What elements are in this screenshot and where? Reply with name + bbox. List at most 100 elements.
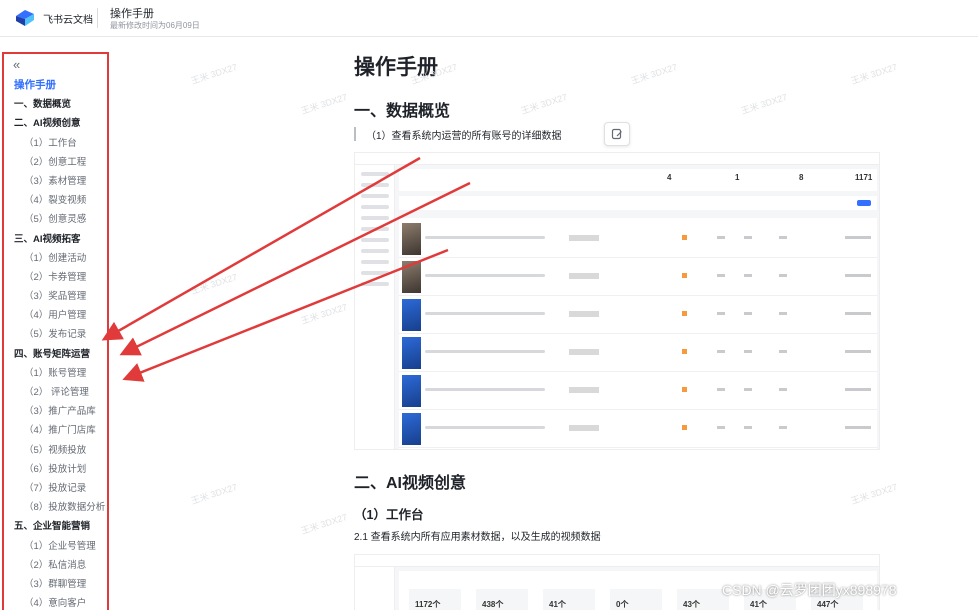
toc-item[interactable]: （4）推广门店库 — [4, 421, 107, 440]
video-thumbnail — [402, 299, 421, 331]
platform-icon — [682, 349, 687, 354]
watermark-text: 王米 3DX27 — [849, 61, 899, 87]
kpi-card: 0个 — [610, 589, 662, 610]
toc-item[interactable]: （4）意向客户 — [4, 594, 107, 610]
watermark-text: 王米 3DX27 — [189, 481, 239, 507]
table-row — [399, 334, 877, 372]
toc-item[interactable]: （2）卡券管理 — [4, 268, 107, 287]
video-thumbnail — [402, 223, 421, 255]
csdn-watermark: CSDN @云罗团团yx898978 — [722, 582, 897, 598]
mock-stat: 1171 — [855, 173, 873, 182]
toc-item[interactable]: （2）私信消息 — [4, 556, 107, 575]
watermark-text: 王米 3DX27 — [299, 301, 349, 327]
kpi-value: 447个 — [817, 600, 839, 609]
row-num — [779, 388, 787, 391]
kpi-value: 0个 — [616, 600, 629, 609]
toc-item[interactable]: （5）创意灵感 — [4, 210, 107, 229]
toc-item[interactable]: 一、数据概览 — [4, 95, 107, 114]
toc-item[interactable]: 四、账号矩阵运营 — [4, 345, 107, 364]
heading-workbench: （1）工作台 — [354, 508, 424, 522]
kpi-card: 1172个 — [409, 589, 461, 610]
row-num — [779, 350, 787, 353]
toc-item[interactable]: 二、AI视频创意 — [4, 114, 107, 133]
row-num — [744, 388, 752, 391]
document-body: 操作手册 一、数据概览 （1）查看系统内运营的所有账号的详细数据 4 1 8 1… — [110, 37, 978, 610]
kpi-value: 41个 — [750, 600, 767, 609]
toc-item[interactable]: （2）创意工程 — [4, 153, 107, 172]
toc-item[interactable]: （7）投放记录 — [4, 479, 107, 498]
row-num — [717, 236, 725, 239]
video-thumbnail — [402, 413, 421, 445]
watermark-text: 王米 3DX27 — [739, 91, 789, 117]
toc-item[interactable]: （1）账号管理 — [4, 364, 107, 383]
platform-icon — [682, 425, 687, 430]
kpi-value: 41个 — [549, 600, 566, 609]
platform-icon — [682, 235, 687, 240]
row-blur — [569, 235, 599, 241]
toc-list: 操作手册 一、数据概览 二、AI视频创意 （1）工作台 （2）创意工程 （3）素材管理 （4… — [4, 76, 107, 610]
mock-search-button — [857, 200, 871, 206]
block-action-button[interactable] — [604, 122, 630, 146]
toc-item[interactable]: （1）企业号管理 — [4, 537, 107, 556]
toc-item[interactable]: （4）用户管理 — [4, 306, 107, 325]
row-text — [425, 312, 545, 315]
watermark-text: 王米 3DX27 — [519, 91, 569, 117]
table-row — [399, 258, 877, 296]
row-date — [845, 426, 871, 429]
row-num — [779, 236, 787, 239]
mock-sidebar — [355, 567, 395, 610]
table-row — [399, 372, 877, 410]
collapse-sidebar-icon[interactable]: « — [13, 57, 20, 72]
row-text — [425, 274, 545, 277]
row-num — [744, 274, 752, 277]
embedded-screenshot-data-overview[interactable]: 4 1 8 1171 — [354, 152, 880, 450]
row-num — [717, 274, 725, 277]
row-blur — [569, 273, 599, 279]
toc-item[interactable]: 操作手册 — [4, 76, 107, 95]
watermark-text: 王米 3DX27 — [629, 61, 679, 87]
section1-description: （1）查看系统内运营的所有账号的详细数据 — [366, 131, 562, 142]
platform-icon — [682, 273, 687, 278]
row-date — [845, 388, 871, 391]
document-title[interactable]: 操作手册 — [110, 5, 154, 21]
toc-item[interactable]: 五、企业智能营销 — [4, 517, 107, 536]
toc-item[interactable]: （5）发布记录 — [4, 325, 107, 344]
table-row — [399, 220, 877, 258]
brand-name[interactable]: 飞书云文档 — [43, 11, 93, 26]
row-num — [779, 274, 787, 277]
video-thumbnail — [402, 337, 421, 369]
toc-item[interactable]: （1）创建活动 — [4, 249, 107, 268]
toc-item[interactable]: （2） 评论管理 — [4, 383, 107, 402]
kpi-value: 1172个 — [415, 600, 441, 609]
mock-table-header — [399, 210, 877, 218]
toc-item[interactable]: （5）视频投放 — [4, 441, 107, 460]
row-num — [744, 426, 752, 429]
toc-item[interactable]: （8）投放数据分析 — [4, 498, 107, 517]
toc-item[interactable]: （4）裂变视频 — [4, 191, 107, 210]
row-num — [779, 426, 787, 429]
row-date — [845, 312, 871, 315]
row-num — [717, 312, 725, 315]
toc-item[interactable]: （6）投放计划 — [4, 460, 107, 479]
table-of-contents: « 操作手册 一、数据概览 二、AI视频创意 （1）工作台 （2）创意工程 （3）素材管理… — [2, 52, 109, 610]
toc-item[interactable]: （3）推广产品库 — [4, 402, 107, 421]
row-blur — [569, 425, 599, 431]
row-num — [717, 426, 725, 429]
row-date — [845, 350, 871, 353]
row-blur — [569, 311, 599, 317]
toc-item[interactable]: 三、AI视频拓客 — [4, 230, 107, 249]
section2-description: 2.1 查看系统内所有应用素材数据，以及生成的视频数据 — [354, 532, 601, 543]
toc-item[interactable]: （1）工作台 — [4, 134, 107, 153]
row-date — [845, 236, 871, 239]
watermark-text: 王米 3DX27 — [299, 511, 349, 537]
watermark-text: 王米 3DX27 — [189, 61, 239, 87]
kpi-card: 438个 — [476, 589, 528, 610]
row-text — [425, 350, 545, 353]
toc-item[interactable]: （3）奖品管理 — [4, 287, 107, 306]
header-divider — [97, 8, 98, 28]
toc-item[interactable]: （3）素材管理 — [4, 172, 107, 191]
toc-item[interactable]: （3）群聊管理 — [4, 575, 107, 594]
feishu-docs-logo-icon[interactable] — [14, 8, 36, 28]
video-thumbnail — [402, 261, 421, 293]
row-blur — [569, 387, 599, 393]
